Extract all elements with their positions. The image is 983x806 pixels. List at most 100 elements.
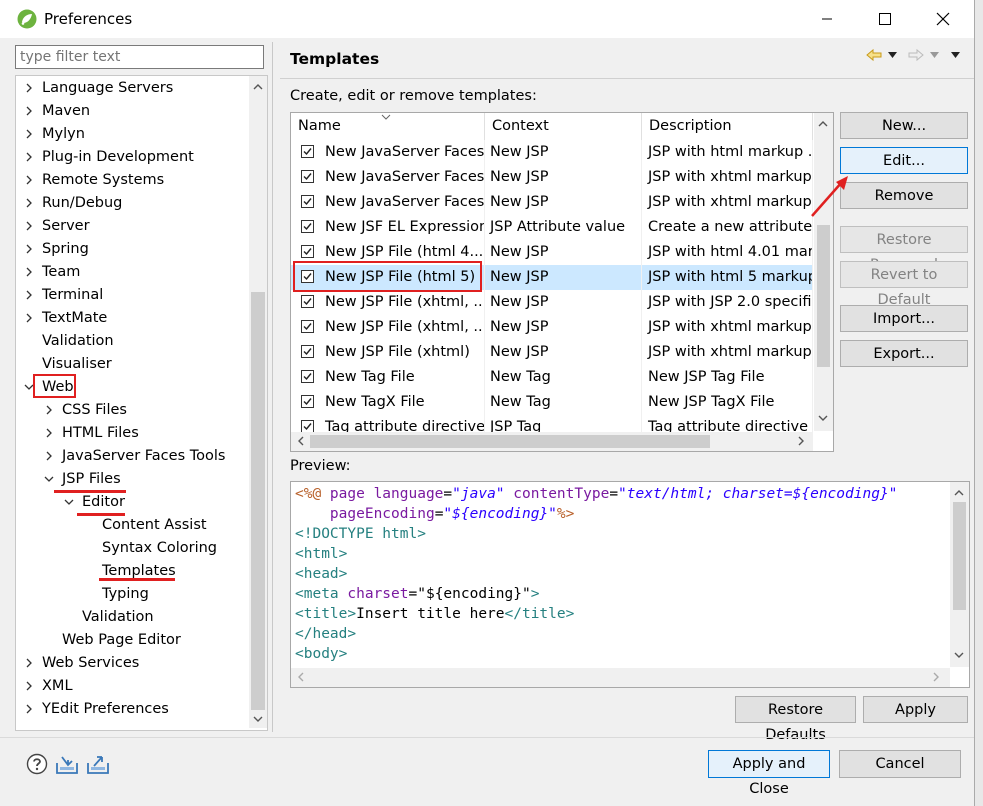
tree-item[interactable]: Web Services: [26, 652, 139, 675]
chevron-right-icon[interactable]: [24, 221, 34, 231]
table-row[interactable]: New JavaServer Faces... New JSP JSP with x…: [291, 190, 813, 215]
template-enabled-checkbox[interactable]: [301, 345, 314, 358]
scroll-left-icon[interactable]: [296, 672, 306, 682]
table-hscrollbar-thumb[interactable]: [310, 435, 710, 448]
apply-button[interactable]: Apply: [863, 696, 968, 723]
back-dropdown-icon[interactable]: [888, 52, 897, 58]
tree-item[interactable]: Validation: [82, 606, 154, 629]
table-row[interactable]: New JSP File (html 5) New JSP JSP with htm…: [291, 265, 813, 290]
table-vertical-scrollbar[interactable]: [814, 113, 833, 431]
edit-button[interactable]: Edit...: [840, 147, 968, 174]
tree-item[interactable]: CSS Files: [46, 399, 127, 422]
scroll-up-icon[interactable]: [253, 82, 263, 92]
tree-item[interactable]: Spring: [26, 238, 89, 261]
tree-item[interactable]: Content Assist: [102, 514, 207, 537]
scroll-up-icon[interactable]: [954, 488, 964, 498]
tree-item[interactable]: Visualiser: [42, 353, 112, 376]
table-row[interactable]: New JSP File (xhtml, ... New JSP JSP with …: [291, 290, 813, 315]
template-enabled-checkbox[interactable]: [301, 145, 314, 158]
chevron-right-icon[interactable]: [24, 658, 34, 668]
tree-item[interactable]: Syntax Coloring: [102, 537, 217, 560]
table-row[interactable]: New JSP File (html 4... New JSP JSP with h…: [291, 240, 813, 265]
tree-item[interactable]: Web: [24, 376, 74, 399]
tree-item[interactable]: Run/Debug: [26, 192, 122, 215]
tree-item[interactable]: Validation: [42, 330, 114, 353]
chevron-right-icon[interactable]: [24, 704, 34, 714]
chevron-right-icon[interactable]: [24, 244, 34, 254]
tree-item[interactable]: Templates: [102, 560, 176, 583]
scroll-down-icon[interactable]: [954, 650, 964, 660]
scroll-down-icon[interactable]: [253, 714, 263, 724]
template-enabled-checkbox[interactable]: [301, 245, 314, 258]
template-enabled-checkbox[interactable]: [301, 295, 314, 308]
apply-and-close-button[interactable]: Apply and Close: [708, 750, 830, 797]
tree-item[interactable]: Language Servers: [26, 77, 173, 100]
table-row[interactable]: New Tag File New Tag New JSP Tag File: [291, 365, 813, 390]
table-row[interactable]: New JSP File (xhtml, ... New JSP JSP with …: [291, 315, 813, 340]
chevron-right-icon[interactable]: [24, 290, 34, 300]
template-enabled-checkbox[interactable]: [301, 370, 314, 383]
tree-item[interactable]: JavaServer Faces Tools: [46, 445, 225, 468]
tree-item[interactable]: YEdit Preferences: [26, 698, 169, 721]
table-row[interactable]: New JavaServer Faces... New JSP JSP with x…: [291, 165, 813, 190]
table-row[interactable]: New TagX File New Tag New JSP TagX File: [291, 390, 813, 415]
tree-item[interactable]: TextMate: [26, 307, 107, 330]
column-header-description[interactable]: Description: [642, 113, 813, 140]
new-button[interactable]: New...: [840, 112, 968, 139]
maximize-button[interactable]: [856, 0, 914, 38]
chevron-right-icon[interactable]: [24, 175, 34, 185]
table-row[interactable]: New JSP File (xhtml) New JSP JSP with xhtm…: [291, 340, 813, 365]
template-enabled-checkbox[interactable]: [301, 220, 314, 233]
help-icon[interactable]: [26, 753, 48, 775]
chevron-right-icon[interactable]: [24, 313, 34, 323]
tree-item[interactable]: Maven: [26, 100, 90, 123]
table-row[interactable]: New JavaServer Faces... New JSP JSP with h…: [291, 140, 813, 165]
chevron-right-icon[interactable]: [24, 198, 34, 208]
chevron-right-icon[interactable]: [24, 83, 34, 93]
tree-item[interactable]: Server: [26, 215, 90, 238]
back-arrow-icon[interactable]: [866, 48, 882, 62]
table-horizontal-scrollbar[interactable]: [291, 432, 813, 451]
chevron-right-icon[interactable]: [24, 152, 34, 162]
template-preview[interactable]: <%@ page language="java" contentType="te…: [290, 481, 970, 688]
chevron-right-icon[interactable]: [44, 428, 54, 438]
tree-scrollbar-thumb[interactable]: [251, 292, 265, 710]
chevron-down-icon[interactable]: [24, 382, 34, 392]
import-preferences-icon[interactable]: [55, 753, 79, 775]
table-row[interactable]: New JSF EL Expression JSP Attribute value…: [291, 215, 813, 240]
template-enabled-checkbox[interactable]: [301, 170, 314, 183]
minimize-button[interactable]: [798, 0, 856, 38]
cancel-button[interactable]: Cancel: [839, 750, 961, 778]
chevron-right-icon[interactable]: [44, 405, 54, 415]
template-enabled-checkbox[interactable]: [301, 195, 314, 208]
preview-vertical-scrollbar[interactable]: [950, 482, 969, 667]
tree-item[interactable]: Web Page Editor: [62, 629, 181, 652]
tree-item[interactable]: JSP Files: [44, 468, 121, 491]
chevron-right-icon[interactable]: [44, 451, 54, 461]
tree-item[interactable]: Editor: [64, 491, 125, 514]
tree-item[interactable]: Typing: [102, 583, 149, 606]
scroll-left-icon[interactable]: [296, 436, 306, 446]
scroll-down-icon[interactable]: [818, 413, 828, 423]
restore-removed-button[interactable]: Restore Removed: [840, 226, 968, 273]
chevron-down-icon[interactable]: [64, 497, 74, 507]
template-enabled-checkbox[interactable]: [301, 320, 314, 333]
chevron-down-icon[interactable]: [44, 474, 54, 484]
export-button[interactable]: Export...: [840, 340, 968, 367]
table-scrollbar-thumb[interactable]: [817, 225, 830, 367]
import-button[interactable]: Import...: [840, 305, 968, 332]
tree-item[interactable]: Plug-in Development: [26, 146, 194, 169]
tree-item[interactable]: XML: [26, 675, 73, 698]
remove-button[interactable]: Remove: [840, 182, 968, 209]
preview-scrollbar-thumb[interactable]: [953, 502, 966, 610]
filter-input[interactable]: [15, 45, 264, 69]
tree-item[interactable]: Team: [26, 261, 80, 284]
tree-scrollbar[interactable]: [249, 76, 267, 728]
chevron-right-icon[interactable]: [24, 106, 34, 116]
scroll-right-icon[interactable]: [931, 672, 941, 682]
close-button[interactable]: [914, 0, 972, 38]
scroll-up-icon[interactable]: [818, 119, 828, 129]
tree-item[interactable]: HTML Files: [46, 422, 139, 445]
revert-to-default-button[interactable]: Revert to Default: [840, 261, 968, 308]
pane-divider[interactable]: [272, 42, 273, 732]
